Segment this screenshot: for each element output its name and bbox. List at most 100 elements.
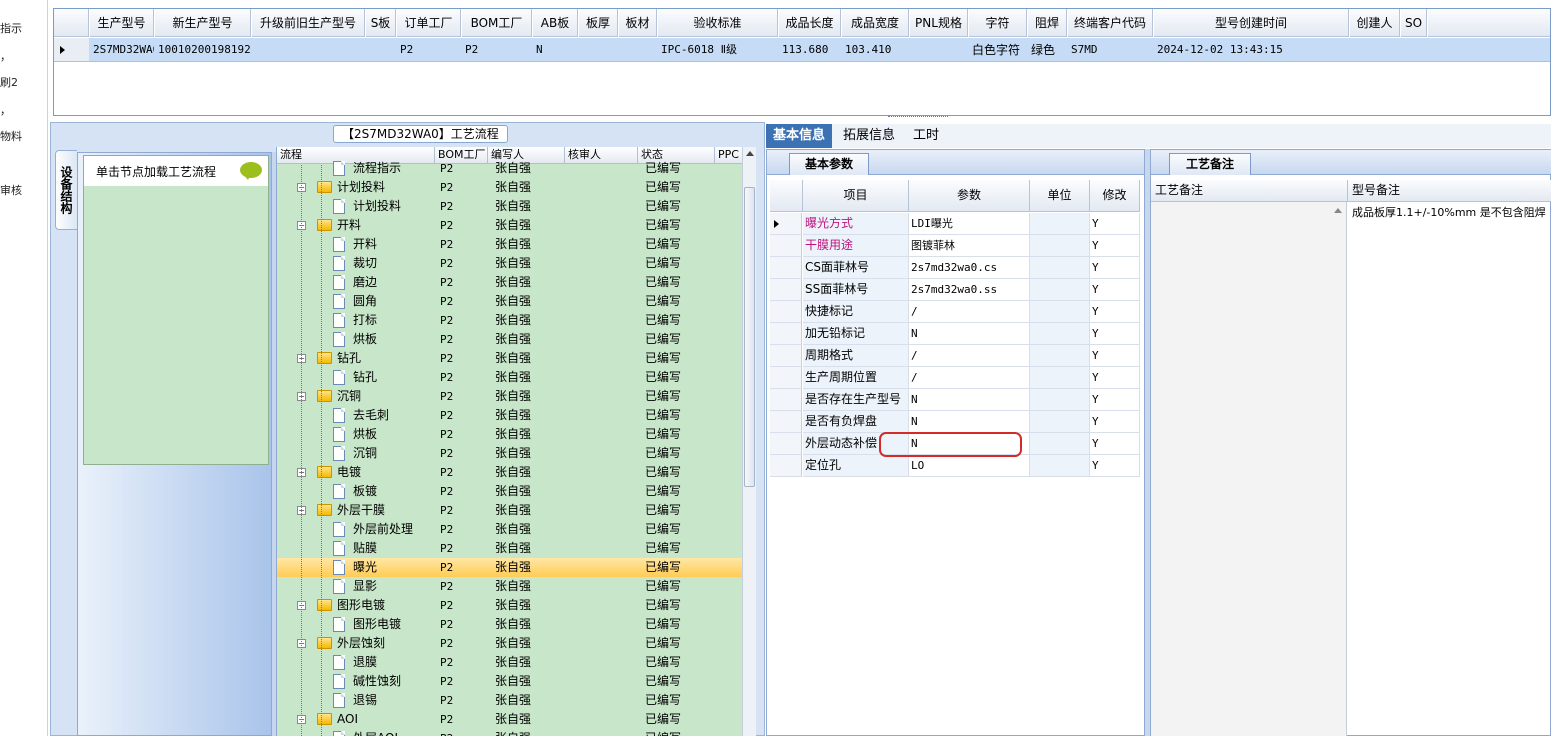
row-header[interactable] — [770, 367, 802, 389]
row-header[interactable] — [770, 213, 802, 235]
tree-row[interactable]: 钻孔 P2 张自强 已编写 — [277, 368, 742, 387]
param-header[interactable]: 参数 — [909, 180, 1030, 212]
grid-header[interactable]: 字符 — [969, 9, 1027, 37]
cell-standard[interactable]: IPC-6018 Ⅱ级 — [658, 38, 778, 62]
equipment-structure-tab[interactable]: 设备结构 — [55, 150, 77, 230]
param-unit[interactable] — [1030, 411, 1090, 433]
param-item[interactable]: 是否有负焊盘 — [803, 411, 909, 433]
tree-row[interactable]: − 外层干膜 P2 张自强 已编写 — [277, 501, 742, 520]
tree-row[interactable]: − AOI P2 张自强 已编写 — [277, 710, 742, 729]
cell-char[interactable]: 白色字符 — [969, 38, 1027, 62]
left-nav-item[interactable]: 审核 — [0, 182, 22, 198]
param-row[interactable]: 快捷标记 / Y — [770, 301, 1140, 323]
tab-basic-info[interactable]: 基本信息 — [766, 124, 833, 148]
notes-header[interactable]: 型号备注 — [1348, 180, 1551, 202]
param-unit[interactable] — [1030, 279, 1090, 301]
param-unit[interactable] — [1030, 345, 1090, 367]
row-header[interactable] — [770, 389, 802, 411]
param-header[interactable]: 项目 — [803, 180, 909, 212]
tree-row[interactable]: 外层AOI P2 张自强 已编写 — [277, 729, 742, 736]
tree-row[interactable]: 退膜 P2 张自强 已编写 — [277, 653, 742, 672]
basic-params-tab[interactable]: 基本参数 — [789, 153, 869, 175]
param-value[interactable]: N — [909, 389, 1030, 411]
tree-row[interactable]: − 电镀 P2 张自强 已编写 — [277, 463, 742, 482]
param-modify[interactable]: Y — [1090, 411, 1140, 433]
grid-header[interactable]: 订单工厂 — [397, 9, 461, 37]
cell-width[interactable]: 103.410 — [842, 38, 909, 62]
tree-row[interactable]: 磨边 P2 张自强 已编写 — [277, 273, 742, 292]
grid-header[interactable]: 成品长度 — [779, 9, 841, 37]
row-header[interactable] — [770, 345, 802, 367]
tree-row[interactable]: − 开料 P2 张自强 已编写 — [277, 216, 742, 235]
left-nav-item[interactable]: ， — [0, 102, 11, 118]
tree-row[interactable]: 去毛刺 P2 张自强 已编写 — [277, 406, 742, 425]
param-value[interactable]: LDI曝光 — [909, 213, 1030, 235]
row-header[interactable] — [770, 235, 802, 257]
process-notes-cell[interactable] — [1151, 202, 1347, 736]
param-value[interactable]: / — [909, 301, 1030, 323]
param-value[interactable]: N — [909, 411, 1030, 433]
tree-row[interactable]: 板镀 P2 张自强 已编写 — [277, 482, 742, 501]
tree-row[interactable]: − 图形电镀 P2 张自强 已编写 — [277, 596, 742, 615]
cell-bom-factory[interactable]: P2 — [462, 38, 532, 62]
param-unit[interactable] — [1030, 301, 1090, 323]
tree-row[interactable]: 曝光 P2 张自强 已编写 — [277, 558, 742, 577]
param-row[interactable]: 生产周期位置 / Y — [770, 367, 1140, 389]
tab-work-hours[interactable]: 工时 — [906, 124, 946, 148]
param-item[interactable]: CS面菲林号 — [803, 257, 909, 279]
grid-header[interactable]: 升级前旧生产型号 — [252, 9, 365, 37]
param-unit[interactable] — [1030, 433, 1090, 455]
grid-header[interactable]: 新生产型号 — [155, 9, 251, 37]
param-item[interactable]: 周期格式 — [803, 345, 909, 367]
param-row[interactable]: 定位孔 LO Y — [770, 455, 1140, 477]
param-item[interactable]: SS面菲林号 — [803, 279, 909, 301]
grid-header[interactable]: 验收标准 — [658, 9, 778, 37]
tree-row[interactable]: 烘板 P2 张自强 已编写 — [277, 425, 742, 444]
tree-row[interactable]: 图形电镀 P2 张自强 已编写 — [277, 615, 742, 634]
param-modify[interactable]: Y — [1090, 235, 1140, 257]
param-row[interactable]: 干膜用途 图镀菲林 Y — [770, 235, 1140, 257]
grid-header[interactable]: 终端客户代码 — [1068, 9, 1153, 37]
param-item[interactable]: 快捷标记 — [803, 301, 909, 323]
tree-row[interactable]: − 钻孔 P2 张自强 已编写 — [277, 349, 742, 368]
tree-row[interactable]: 开料 P2 张自强 已编写 — [277, 235, 742, 254]
param-modify[interactable]: Y — [1090, 433, 1140, 455]
cell-length[interactable]: 113.680 — [779, 38, 841, 62]
param-value[interactable]: 图镀菲林 — [909, 235, 1030, 257]
tree-row[interactable]: 沉铜 P2 张自强 已编写 — [277, 444, 742, 463]
grid-header[interactable]: 生产型号 — [90, 9, 154, 37]
param-modify[interactable]: Y — [1090, 213, 1140, 235]
tree-row[interactable]: 显影 P2 张自强 已编写 — [277, 577, 742, 596]
model-note-text[interactable]: 成品板厚1.1+/-10%mm 是不包含阻焊 — [1352, 204, 1546, 220]
tree-row[interactable]: 碱性蚀刻 P2 张自强 已编写 — [277, 672, 742, 691]
cell-ab[interactable]: N — [533, 38, 578, 62]
tree-row[interactable]: 外层前处理 P2 张自强 已编写 — [277, 520, 742, 539]
row-header[interactable] — [770, 433, 802, 455]
param-row[interactable]: 是否有负焊盘 N Y — [770, 411, 1140, 433]
cell-customer[interactable]: S7MD — [1068, 38, 1153, 62]
param-row[interactable]: CS面菲林号 2s7md32wa0.cs Y — [770, 257, 1140, 279]
left-nav-item[interactable]: 物料 — [0, 128, 22, 144]
tree-row[interactable]: 退锡 P2 张自强 已编写 — [277, 691, 742, 710]
param-value[interactable]: LO — [909, 455, 1030, 477]
tree-row[interactable]: 裁切 P2 张自强 已编写 — [277, 254, 742, 273]
param-item[interactable]: 是否存在生产型号 — [803, 389, 909, 411]
cell-model[interactable]: 2S7MD32WA0 — [90, 38, 154, 62]
load-process-button[interactable]: 单击节点加载工艺流程 — [84, 156, 268, 186]
left-nav-item[interactable]: 刷2 — [0, 74, 18, 90]
param-modify[interactable]: Y — [1090, 389, 1140, 411]
grid-header[interactable]: 阻焊 — [1028, 9, 1067, 37]
param-unit[interactable] — [1030, 455, 1090, 477]
grid-header[interactable]: 成品宽度 — [842, 9, 909, 37]
param-value[interactable]: N — [909, 323, 1030, 345]
horizontal-splitter[interactable] — [888, 116, 948, 121]
grid-header[interactable]: PNL规格 — [910, 9, 968, 37]
param-item[interactable]: 干膜用途 — [803, 235, 909, 257]
param-modify[interactable]: Y — [1090, 301, 1140, 323]
left-nav-item[interactable]: ， — [0, 48, 11, 64]
param-unit[interactable] — [1030, 213, 1090, 235]
left-nav-item[interactable]: 指示 — [0, 20, 22, 36]
tree-scrollbar[interactable] — [742, 147, 756, 736]
param-unit[interactable] — [1030, 367, 1090, 389]
param-item[interactable]: 曝光方式 — [803, 213, 909, 235]
